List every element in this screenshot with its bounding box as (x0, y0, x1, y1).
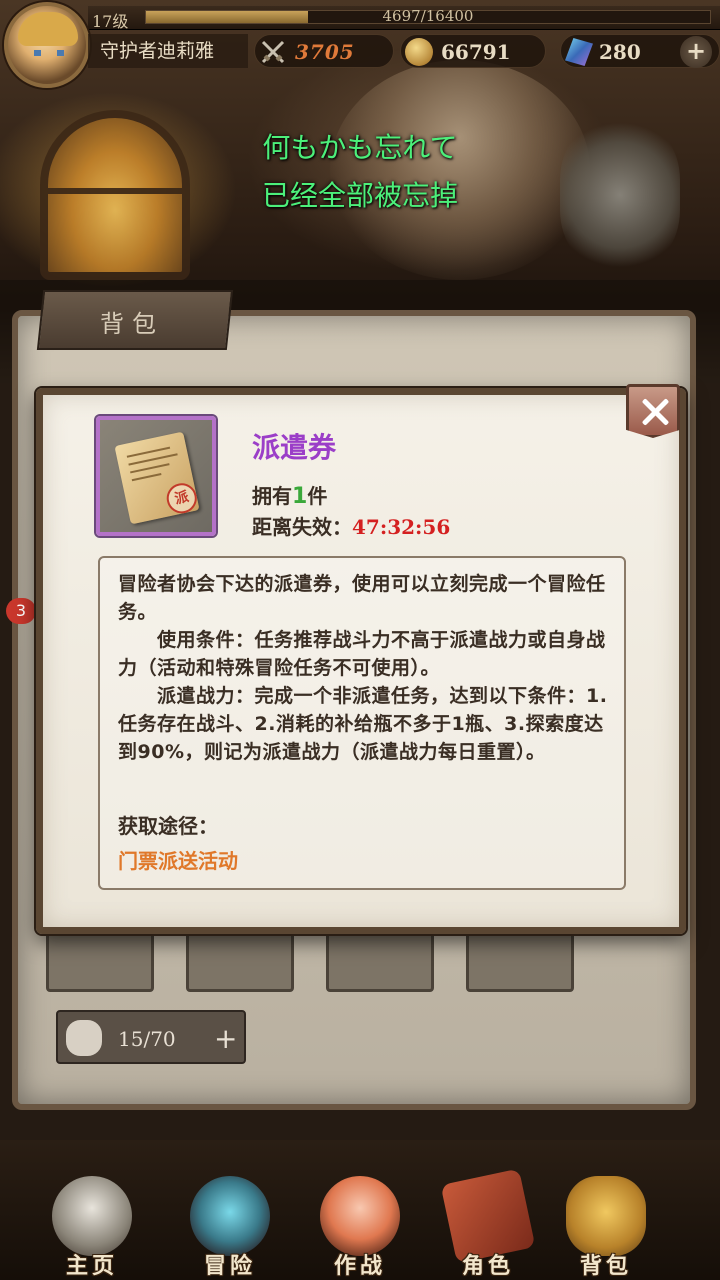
combat-power-value: 3705 (295, 40, 355, 64)
item-icon-frame: 派 (96, 416, 216, 536)
home-statue-icon (52, 1176, 132, 1256)
gold-coin-icon (405, 38, 433, 66)
background-npc-engineer (330, 60, 590, 280)
nav-adventure[interactable]: 冒险 (174, 1170, 286, 1280)
bag-slot[interactable] (46, 930, 154, 992)
backpack-icon (566, 1176, 646, 1256)
gold-value: 66791 (441, 40, 511, 64)
crossed-swords-icon (261, 40, 285, 64)
nav-backpack[interactable]: 背包 (550, 1170, 662, 1280)
nav-adventure-label: 冒险 (203, 1254, 256, 1279)
bag-capacity-text: 15/70 (118, 1027, 176, 1051)
player-level: 17级 (92, 12, 129, 31)
avatar-hair (18, 12, 78, 46)
item-name: 派遣券 (252, 431, 337, 464)
obtain-method-label: 获取途径： (118, 814, 218, 838)
bag-tab-label: 背包 (100, 310, 164, 338)
bag-capacity: 15/70 + (56, 1010, 246, 1064)
side-notification-badge: 3 (6, 598, 36, 624)
item-owned-count: 拥有1件 (252, 484, 328, 509)
nav-battle[interactable]: 作战 (304, 1170, 416, 1280)
dialogue-subtitle-japanese: 何もかも忘れて (262, 131, 458, 164)
bag-slot[interactable] (326, 930, 434, 992)
close-dialog-button[interactable] (626, 384, 680, 438)
gem-value: 280 (599, 40, 641, 64)
battle-heroine-icon (320, 1176, 400, 1256)
expand-bag-button[interactable]: + (214, 1012, 237, 1066)
player-name: 守护者迪莉雅 (88, 34, 248, 68)
nav-home-label: 主页 (65, 1254, 118, 1279)
bag-slot[interactable] (466, 930, 574, 992)
obtain-method-link[interactable]: 门票派送活动 (118, 845, 238, 874)
crystal-gem-icon (565, 38, 593, 66)
gold-display: 66791 (400, 34, 546, 68)
item-description: 冒险者协会下达的派遣券，使用可以立刻完成一个冒险任务。 使用条件：任务推荐战斗力… (118, 573, 608, 763)
nav-character-label: 角色 (461, 1254, 514, 1279)
avatar-eyes (34, 50, 64, 56)
nav-battle-label: 作战 (333, 1254, 386, 1279)
dialogue-subtitle-chinese: 已经全部被忘掉 (261, 179, 458, 212)
player-avatar[interactable] (4, 2, 90, 88)
combat-power-display: 3705 (254, 34, 394, 68)
seal-stamp-icon: 派 (163, 480, 200, 517)
add-gems-button[interactable]: + (680, 36, 712, 68)
item-expire-timer: 距离失效：47:32:56 (252, 515, 451, 539)
adventure-gate-icon (190, 1176, 270, 1256)
dispatch-ticket-scroll-icon: 派 (114, 431, 200, 525)
bag-slot[interactable] (186, 930, 294, 992)
nav-backpack-label: 背包 (579, 1254, 632, 1279)
exp-text: 4697/16400 (382, 7, 474, 25)
bag-capacity-icon (66, 1020, 102, 1056)
nav-character[interactable]: 角色 (432, 1168, 544, 1280)
nav-home[interactable]: 主页 (36, 1170, 148, 1280)
